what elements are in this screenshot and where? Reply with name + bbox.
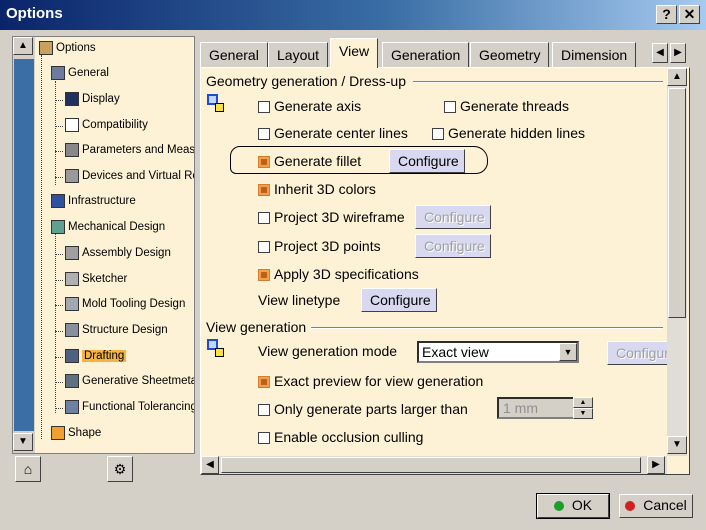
configure-view-mode-button[interactable]: Configur <box>607 341 667 365</box>
tree-item-sketcher[interactable]: Sketcher <box>65 272 127 290</box>
title-bar: Options ? ✕ <box>0 0 706 30</box>
help-button[interactable]: ? <box>656 5 677 24</box>
chevron-down-icon[interactable]: ▼ <box>559 343 577 361</box>
tab-scroll-left-icon[interactable]: ◀ <box>652 43 668 63</box>
tree-item-shape[interactable]: Shape <box>51 426 101 444</box>
configure-fillet-button[interactable]: Configure <box>389 149 465 173</box>
generate-threads-checkbox[interactable]: Generate threads <box>444 98 569 114</box>
view-linetype-label: View linetype <box>258 292 341 308</box>
panel-vertical-scrollbar[interactable]: ▲ ▼ <box>667 68 687 456</box>
view-generation-mode-select[interactable]: Exact view ▼ <box>417 341 579 363</box>
spin-up-icon: ▲ <box>573 397 593 408</box>
project-3d-wireframe-checkbox[interactable]: Project 3D wireframe <box>258 209 405 225</box>
occlusion-culling-checkbox[interactable]: Enable occlusion culling <box>258 429 423 445</box>
view-tab-panel: Geometry generation / Dress-up Generate … <box>200 67 690 475</box>
scroll-left-icon[interactable]: ◀ <box>201 456 219 474</box>
tab-dimension[interactable]: Dimension <box>552 42 637 68</box>
compatibility-icon <box>65 118 79 132</box>
tree-scrollbar[interactable]: ▲ ▼ <box>13 37 35 453</box>
cancel-button[interactable]: Cancel <box>619 494 693 518</box>
tab-geometry[interactable]: Geometry <box>470 42 550 68</box>
ok-button[interactable]: OK <box>536 493 610 519</box>
tab-layout[interactable]: Layout <box>268 42 329 68</box>
geometry-generation-icon <box>207 94 225 114</box>
mold-icon <box>65 297 79 311</box>
options-tree: ▲ ▼ Options General Display Compatibilit… <box>12 36 195 454</box>
view-generation-icon <box>207 339 225 359</box>
only-generate-larger-checkbox[interactable]: Only generate parts larger than <box>258 401 468 417</box>
parameters-icon <box>65 143 79 157</box>
scroll-right-icon[interactable]: ▶ <box>647 456 665 474</box>
devices-icon <box>65 169 79 183</box>
cancel-icon <box>625 501 636 512</box>
tree-item-structure-design[interactable]: Structure Design <box>65 323 168 341</box>
tree-item-mold-tooling[interactable]: Mold Tooling Design <box>65 297 185 315</box>
group-divider <box>413 81 663 83</box>
scroll-up-icon[interactable]: ▲ <box>667 68 687 86</box>
tab-view[interactable]: View <box>330 38 379 68</box>
drafting-icon <box>65 349 79 363</box>
tree-item-display[interactable]: Display <box>65 92 120 110</box>
scroll-down-icon[interactable]: ▼ <box>667 436 687 454</box>
shape-icon <box>51 426 65 440</box>
panel-hscroll-thumb[interactable] <box>221 457 641 473</box>
tab-scroll-right-icon[interactable]: ▶ <box>670 43 686 63</box>
project-3d-points-checkbox[interactable]: Project 3D points <box>258 238 381 254</box>
tree-item-infrastructure[interactable]: Infrastructure <box>51 194 136 212</box>
general-icon <box>51 66 65 80</box>
close-button[interactable]: ✕ <box>679 5 700 24</box>
apply-3d-specifications-checkbox[interactable]: Apply 3D specifications <box>258 266 419 282</box>
tab-generation[interactable]: Generation <box>382 42 470 68</box>
export-options-icon[interactable]: ⚙ <box>107 456 133 482</box>
panel-scroll-thumb[interactable] <box>668 88 686 318</box>
tree-item-devices[interactable]: Devices and Virtual Rea <box>65 169 194 187</box>
tree-item-general[interactable]: General <box>51 66 109 84</box>
tree-scroll-thumb[interactable] <box>14 59 34 431</box>
view-generation-mode-label: View generation mode <box>258 343 398 359</box>
configure-linetype-button[interactable]: Configure <box>361 288 437 312</box>
ok-icon <box>553 501 564 512</box>
sketcher-icon <box>65 272 79 286</box>
generate-center-lines-checkbox[interactable]: Generate center lines <box>258 125 408 141</box>
spin-down-icon: ▼ <box>573 408 593 419</box>
exact-preview-checkbox[interactable]: Exact preview for view generation <box>258 373 483 389</box>
configure-wireframe-button[interactable]: Configure <box>415 205 491 229</box>
tree-items: Options General Display Compatibility Pa… <box>37 37 194 453</box>
panel-horizontal-scrollbar[interactable]: ◀ ▶ <box>201 456 667 474</box>
tolerancing-icon <box>65 400 79 414</box>
configure-points-button[interactable]: Configure <box>415 234 491 258</box>
view-generation-group-title: View generation <box>206 319 307 335</box>
tree-item-parameters[interactable]: Parameters and Measur <box>65 143 194 161</box>
structure-icon <box>65 323 79 337</box>
tree-item-drafting[interactable]: Drafting <box>65 349 127 367</box>
window-title: Options <box>6 5 63 22</box>
tree-item-mechanical-design[interactable]: Mechanical Design <box>51 220 165 238</box>
tree-item-compatibility[interactable]: Compatibility <box>65 118 148 136</box>
inherit-3d-colors-checkbox[interactable]: Inherit 3D colors <box>258 181 376 197</box>
infrastructure-icon <box>51 194 65 208</box>
generate-fillet-checkbox[interactable]: Generate fillet <box>258 153 361 169</box>
geometry-group-title: Geometry generation / Dress-up <box>206 73 406 89</box>
mechanical-design-icon <box>51 220 65 234</box>
generate-axis-checkbox[interactable]: Generate axis <box>258 98 361 114</box>
tree-item-options[interactable]: Options <box>39 41 96 59</box>
reset-options-icon[interactable]: ⌂ <box>15 456 41 482</box>
display-icon <box>65 92 79 106</box>
panel-content: Geometry generation / Dress-up Generate … <box>201 68 667 456</box>
tab-general[interactable]: General <box>200 42 268 68</box>
size-spinner[interactable]: ▲ ▼ <box>573 397 593 419</box>
tree-item-functional-tolerancing[interactable]: Functional Tolerancing & <box>65 400 194 418</box>
sheetmetal-icon <box>65 374 79 388</box>
assembly-icon <box>65 246 79 260</box>
scroll-up-icon[interactable]: ▲ <box>13 37 33 55</box>
options-icon <box>39 41 53 55</box>
generate-hidden-lines-checkbox[interactable]: Generate hidden lines <box>432 125 585 141</box>
tree-item-assembly-design[interactable]: Assembly Design <box>65 246 171 264</box>
group-divider <box>311 327 663 329</box>
tree-item-generative-sheetmetal[interactable]: Generative Sheetmetal <box>65 374 194 392</box>
scroll-down-icon[interactable]: ▼ <box>13 433 33 451</box>
